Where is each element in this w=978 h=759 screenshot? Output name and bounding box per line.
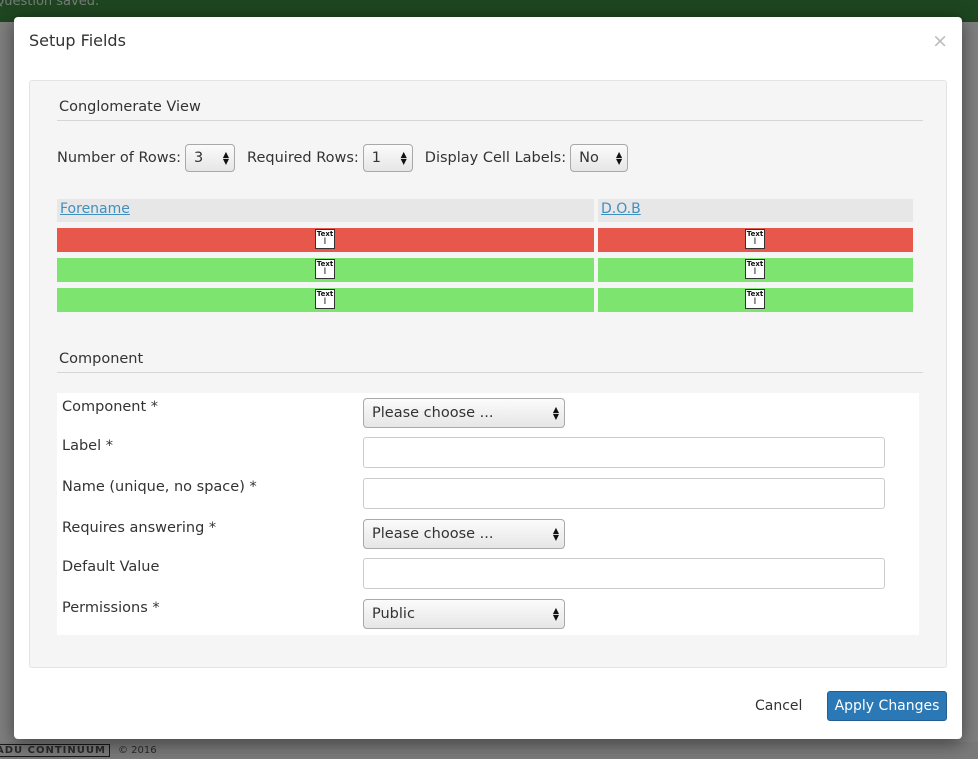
select-arrows-icon: ▲ ▼ bbox=[222, 150, 230, 166]
grid-header: Forename D.O.B bbox=[57, 199, 919, 222]
permissions-label: Permissions * bbox=[62, 600, 160, 616]
grid-cell-optional[interactable]: Text I bbox=[57, 258, 594, 282]
column-header-dob[interactable]: D.O.B bbox=[598, 199, 913, 222]
cancel-button[interactable]: Cancel bbox=[755, 698, 802, 714]
label-field-label: Label * bbox=[62, 438, 113, 454]
component-select-value: Please choose ... bbox=[372, 405, 494, 421]
default-value-input[interactable] bbox=[363, 558, 885, 589]
component-label: Component * bbox=[62, 399, 159, 415]
text-field-icon[interactable]: Text I bbox=[315, 259, 335, 279]
section-divider bbox=[57, 372, 923, 373]
select-arrows-icon: ▲ ▼ bbox=[552, 606, 559, 622]
select-arrows-icon: ▲ ▼ bbox=[400, 150, 407, 166]
required-rows-select[interactable]: 1 ▲ ▼ bbox=[362, 144, 413, 172]
column-header-forename[interactable]: Forename bbox=[57, 199, 594, 222]
apply-changes-button[interactable]: Apply Changes bbox=[827, 691, 947, 721]
select-arrows-icon: ▲ ▼ bbox=[615, 150, 623, 166]
setup-fields-modal: Setup Fields × Conglomerate View Number … bbox=[14, 17, 962, 739]
modal-title: Setup Fields bbox=[29, 31, 126, 50]
grid-row: Text I Text I bbox=[57, 228, 919, 252]
text-field-icon[interactable]: Text I bbox=[315, 289, 335, 309]
component-heading: Component bbox=[59, 351, 144, 367]
component-select[interactable]: Please choose ... ▲ ▼ bbox=[363, 398, 565, 428]
requires-answering-value: Please choose ... bbox=[372, 526, 494, 542]
text-field-icon[interactable]: Text I bbox=[745, 289, 765, 309]
select-arrows-icon: ▲ ▼ bbox=[552, 526, 559, 542]
cell-labels-select[interactable]: No ▲ ▼ bbox=[570, 144, 629, 172]
select-arrows-icon: ▲ ▼ bbox=[552, 405, 559, 421]
cell-labels-label: Display Cell Labels: bbox=[424, 150, 567, 166]
name-input[interactable] bbox=[363, 478, 885, 509]
rows-select-value: 3 bbox=[194, 150, 204, 166]
grid-row: Text I Text I bbox=[57, 288, 919, 312]
grid-cell-required[interactable]: Text I bbox=[598, 228, 913, 252]
grid-cell-optional[interactable]: Text I bbox=[57, 288, 594, 312]
rows-select[interactable]: 3 ▲ ▼ bbox=[185, 144, 236, 172]
permissions-select-value: Public bbox=[372, 606, 415, 622]
conglomerate-grid: Forename D.O.B Text I Text I Text I Text I bbox=[57, 199, 919, 312]
component-form: Component * Please choose ... ▲ ▼ Label *… bbox=[57, 393, 919, 635]
requires-answering-label: Requires answering * bbox=[62, 520, 217, 536]
grid-cell-required[interactable]: Text I bbox=[57, 228, 594, 252]
default-value-label: Default Value bbox=[62, 559, 160, 575]
grid-cell-optional[interactable]: Text I bbox=[598, 258, 913, 282]
conglomerate-heading: Conglomerate View bbox=[59, 99, 201, 115]
conglomerate-controls: Number of Rows: 3 ▲ ▼ Required Rows: 1 ▲ ▼… bbox=[57, 143, 640, 173]
required-rows-label: Required Rows: bbox=[247, 150, 359, 166]
rows-label: Number of Rows: bbox=[57, 150, 182, 166]
name-field-label: Name (unique, no space) * bbox=[62, 479, 257, 495]
cell-labels-value: No bbox=[579, 150, 599, 166]
close-icon[interactable]: × bbox=[932, 32, 948, 51]
setup-panel: Conglomerate View Number of Rows: 3 ▲ ▼ R… bbox=[29, 80, 947, 668]
grid-cell-optional[interactable]: Text I bbox=[598, 288, 913, 312]
section-divider bbox=[57, 120, 923, 121]
grid-row: Text I Text I bbox=[57, 258, 919, 282]
required-rows-value: 1 bbox=[371, 150, 382, 166]
text-field-icon[interactable]: Text I bbox=[745, 259, 765, 279]
text-field-icon[interactable]: Text I bbox=[315, 229, 335, 249]
label-input[interactable] bbox=[363, 437, 885, 468]
text-field-icon[interactable]: Text I bbox=[745, 229, 765, 249]
permissions-select[interactable]: Public ▲ ▼ bbox=[363, 599, 565, 629]
requires-answering-select[interactable]: Please choose ... ▲ ▼ bbox=[363, 519, 565, 549]
